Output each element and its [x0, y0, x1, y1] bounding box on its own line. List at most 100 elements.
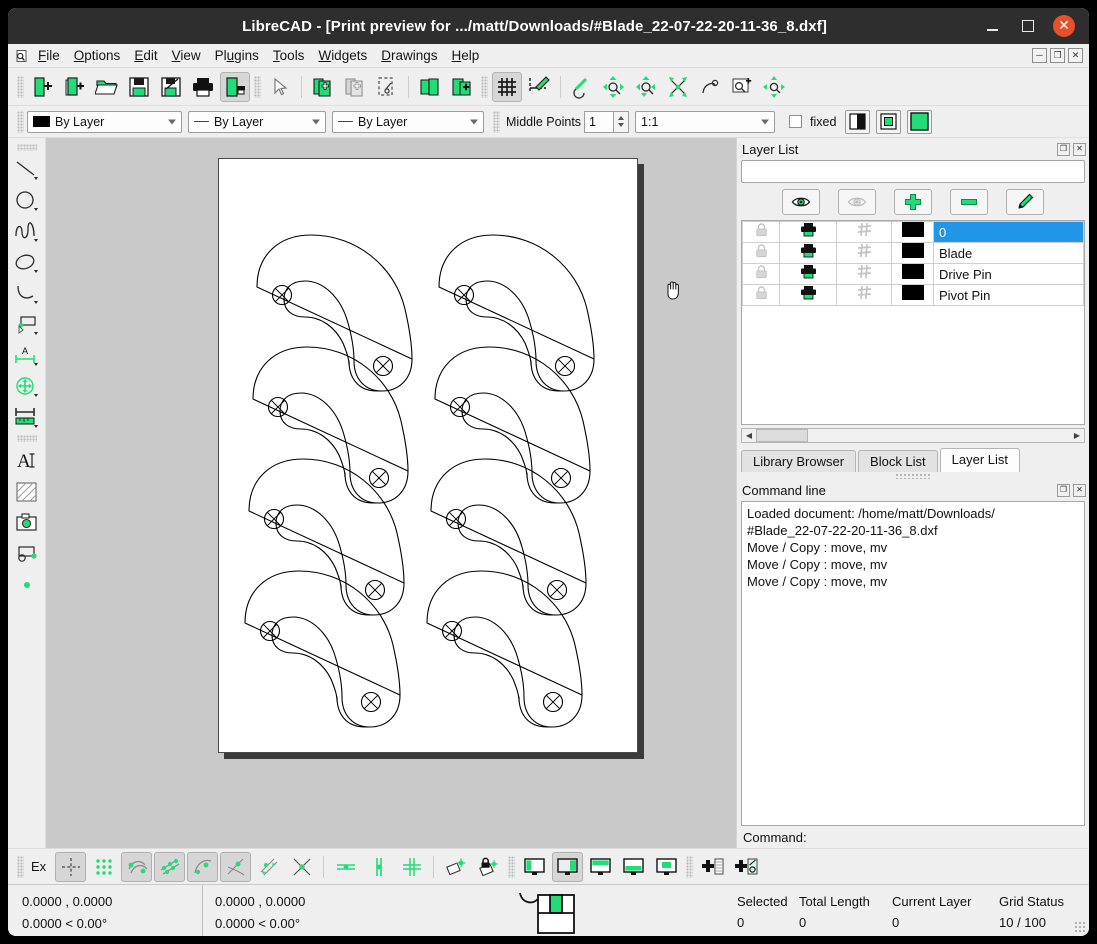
snap-center-button[interactable] — [187, 851, 219, 882]
tools-grip-2[interactable] — [16, 435, 37, 442]
menu-options[interactable]: Options — [67, 46, 128, 65]
tools-grip[interactable] — [16, 144, 37, 151]
restrict-orthogonal-button[interactable] — [396, 852, 427, 882]
add-layer-list-button[interactable] — [697, 852, 728, 882]
layer-color-cell[interactable] — [891, 242, 934, 264]
layer-table-hscrollbar[interactable]: ◀ ▶ — [741, 428, 1085, 443]
zoom-previous-button[interactable] — [567, 72, 597, 102]
snap-free-button[interactable] — [55, 851, 87, 882]
table-row[interactable]: Pivot Pin — [742, 284, 1084, 306]
tab-layer-list[interactable]: Layer List — [939, 448, 1021, 472]
layer-color-cell[interactable] — [891, 221, 934, 243]
menu-file[interactable]: File — [31, 46, 67, 65]
tab-block-list[interactable]: Block List — [858, 450, 938, 472]
mdi-restore-button[interactable]: ❐ — [1050, 48, 1065, 63]
snap-intersection-button[interactable] — [286, 852, 317, 882]
layer-print-cell[interactable] — [779, 284, 837, 306]
command-prompt[interactable]: Command: — [737, 826, 1089, 848]
layer-lock-cell[interactable] — [742, 221, 780, 243]
cut-button[interactable] — [372, 72, 402, 102]
toolbar-grip-3[interactable] — [481, 75, 488, 98]
dimension-tool-button[interactable]: A — [11, 340, 43, 371]
modify-tool-button[interactable] — [11, 371, 43, 402]
print-preview-page[interactable] — [218, 158, 638, 753]
add-layer-button[interactable] — [894, 189, 932, 215]
restrict-vertical-button[interactable] — [363, 852, 394, 882]
table-row[interactable]: Drive Pin — [742, 263, 1084, 285]
new-from-template-button[interactable] — [60, 72, 90, 102]
menu-help[interactable]: Help — [445, 46, 487, 65]
point-tool-button[interactable] — [11, 569, 43, 600]
layer-name-cell[interactable]: 0 — [933, 221, 1084, 243]
tab-library-browser[interactable]: Library Browser — [741, 450, 857, 472]
scale-combo[interactable]: 1:1 — [635, 110, 776, 133]
remove-layer-button[interactable] — [950, 189, 988, 215]
undo-button[interactable] — [415, 72, 445, 102]
add-tool-button[interactable] — [730, 852, 761, 882]
redo-button[interactable] — [447, 72, 477, 102]
edit-layer-button[interactable] — [1006, 189, 1044, 215]
attributes-grip[interactable] — [17, 110, 24, 133]
grid-toggle-button[interactable] — [492, 71, 522, 102]
close-button[interactable]: ✕ — [1053, 15, 1075, 37]
polyline-tool-button[interactable] — [11, 309, 43, 340]
snap-distance-button[interactable] — [253, 852, 284, 882]
new-file-button[interactable] — [28, 72, 58, 102]
view-fullscreen-button[interactable] — [552, 851, 584, 882]
drawing-canvas[interactable] — [46, 138, 736, 848]
hide-all-layers-button[interactable] — [838, 189, 876, 215]
middle-points-input[interactable]: 1 — [584, 110, 615, 133]
open-file-button[interactable] — [92, 72, 122, 102]
options-grip[interactable] — [493, 110, 500, 133]
layer-name-cell[interactable]: Drive Pin — [933, 263, 1084, 285]
layer-print-cell[interactable] — [779, 242, 837, 264]
view-grip[interactable] — [508, 855, 516, 878]
mdi-minimize-button[interactable]: ─ — [1032, 48, 1047, 63]
layer-print-cell[interactable] — [779, 263, 837, 285]
select-pointer-button[interactable] — [265, 72, 295, 102]
draft-frame-button[interactable] — [876, 109, 902, 134]
relative-zero-button[interactable] — [440, 852, 471, 882]
paste-button[interactable] — [340, 72, 370, 102]
command-history[interactable]: Loaded document: /home/matt/Downloads/ #… — [741, 501, 1085, 826]
zoom-in-button[interactable] — [727, 72, 757, 102]
mdi-close-button[interactable]: ✕ — [1068, 48, 1083, 63]
layer-filter-input[interactable] — [741, 160, 1085, 183]
zoom-auto-button[interactable] — [599, 72, 629, 102]
layer-construction-cell[interactable] — [836, 284, 892, 306]
image-tool-button[interactable] — [11, 507, 43, 538]
layer-name-cell[interactable]: Blade — [933, 242, 1084, 264]
toolbar-grip-2[interactable] — [254, 75, 261, 98]
block-tool-button[interactable] — [11, 538, 43, 569]
measure-tool-button[interactable] — [11, 402, 43, 433]
table-row[interactable]: Blade — [742, 242, 1084, 264]
save-button[interactable] — [124, 72, 154, 102]
minimize-button[interactable] — [981, 15, 1003, 37]
print-preview-button[interactable] — [220, 71, 250, 102]
layer-table[interactable]: 0 Blade Drive Pin Pivot Pin — [741, 220, 1085, 425]
scroll-thumb[interactable] — [756, 429, 808, 442]
save-as-button[interactable] — [156, 72, 186, 102]
layer-panel-float-button[interactable]: ❐ — [1057, 142, 1070, 156]
extra-grip[interactable] — [686, 855, 694, 878]
half-tone-button[interactable] — [845, 109, 871, 134]
menu-tools[interactable]: Tools — [266, 46, 312, 65]
scroll-left-icon[interactable]: ◀ — [742, 431, 756, 440]
layer-panel-close-button[interactable]: ✕ — [1073, 142, 1086, 156]
text-tool-button[interactable]: A — [11, 445, 43, 476]
command-panel-float-button[interactable]: ❐ — [1057, 483, 1070, 497]
restrict-horizontal-button[interactable] — [330, 852, 361, 882]
command-panel-close-button[interactable]: ✕ — [1073, 483, 1086, 497]
fixed-checkbox[interactable] — [789, 115, 803, 128]
resize-grip[interactable] — [1074, 921, 1086, 933]
layer-name-cell[interactable]: Pivot Pin — [933, 284, 1084, 306]
menu-widgets[interactable]: Widgets — [311, 46, 374, 65]
arc-tool-button[interactable] — [11, 278, 43, 309]
snap-endpoint-button[interactable] — [121, 851, 153, 882]
layer-construction-cell[interactable] — [836, 242, 892, 264]
snap-middle-button[interactable] — [220, 851, 252, 882]
zoom-pan-button[interactable] — [663, 72, 693, 102]
maximize-button[interactable] — [1017, 15, 1039, 37]
layer-color-cell[interactable] — [891, 284, 934, 306]
layer-print-cell[interactable] — [779, 221, 837, 243]
